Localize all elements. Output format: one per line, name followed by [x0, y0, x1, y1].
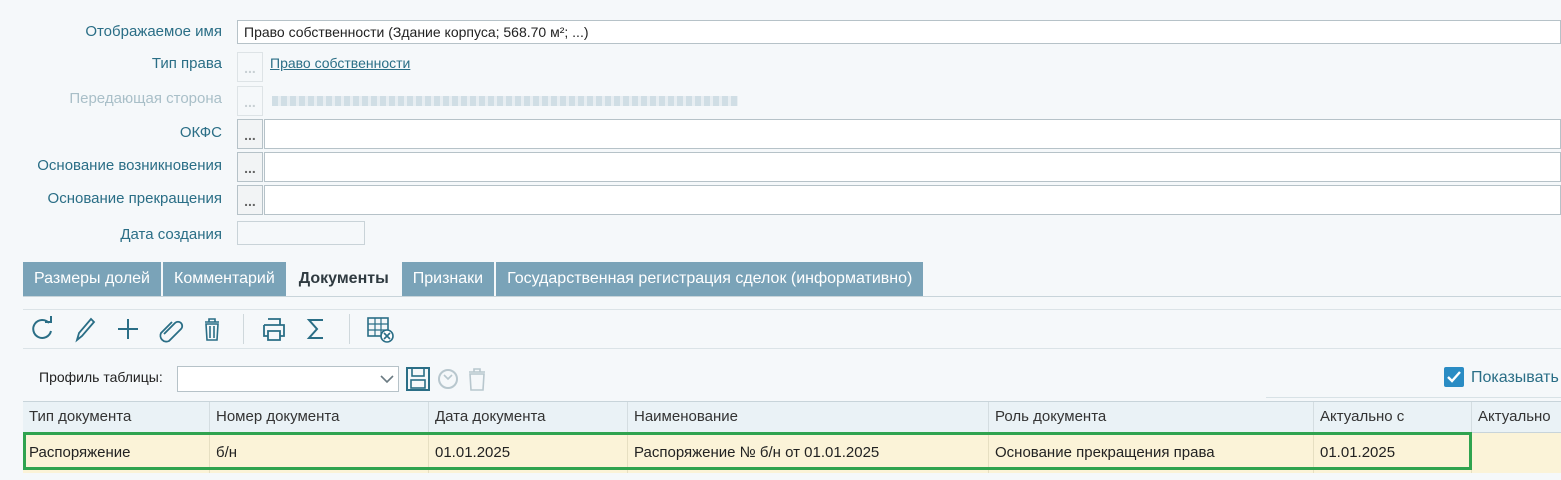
selected-row-highlight — [23, 432, 1472, 470]
tab-share-sizes[interactable]: Размеры долей — [23, 262, 161, 297]
table-profile-select[interactable] — [177, 366, 399, 392]
tab-attributes[interactable]: Признаки — [401, 262, 495, 297]
tab-state-registration[interactable]: Государственная регистрация сделок (инфо… — [496, 262, 924, 297]
reset-profile-icon — [438, 369, 458, 389]
delete-icon[interactable] — [197, 314, 227, 344]
checkmark-icon — [1447, 371, 1461, 383]
table-header: Тип документа Номер документа Дата докум… — [23, 402, 1561, 433]
creation-date-field[interactable] — [237, 221, 365, 245]
toolbar — [23, 309, 1561, 349]
save-profile-icon[interactable] — [405, 366, 431, 392]
basis-termination-picker-button[interactable]: ... — [237, 185, 263, 215]
okfs-input[interactable] — [264, 119, 1561, 149]
transferring-party-picker-button: ... — [237, 86, 263, 116]
table-profile-label: Профиль таблицы: — [39, 369, 163, 385]
column-header[interactable]: Актуально — [1472, 402, 1561, 432]
column-header[interactable]: Дата документа — [429, 402, 628, 432]
tab-documents[interactable]: Документы — [287, 262, 400, 297]
show-checkbox[interactable] — [1444, 367, 1464, 387]
refresh-icon[interactable] — [27, 314, 57, 344]
chevron-down-icon — [380, 375, 394, 384]
delete-profile-icon — [469, 368, 485, 391]
tab-bar: Размеры долей Комментарий Документы Приз… — [23, 262, 925, 297]
column-header[interactable]: Роль документа — [989, 402, 1314, 432]
okfs-picker-button[interactable]: ... — [237, 119, 263, 149]
column-header[interactable]: Актуально с — [1314, 402, 1472, 432]
right-type-label: Тип права — [151, 55, 222, 72]
basis-termination-label: Основание прекращения — [47, 190, 222, 207]
right-type-picker-button[interactable]: ... — [237, 52, 263, 82]
table-settings-icon[interactable] — [365, 314, 395, 344]
display-name-field[interactable]: Право собственности (Здание корпуса; 568… — [237, 20, 1561, 44]
transferring-party-blurred-value — [272, 96, 738, 106]
display-name-label: Отображаемое имя — [85, 23, 222, 40]
okfs-label: ОКФС — [179, 124, 222, 141]
edit-icon[interactable] — [69, 314, 99, 344]
toolbar-separator — [349, 314, 350, 344]
show-underline — [1266, 397, 1561, 398]
column-header[interactable]: Наименование — [628, 402, 989, 432]
toolbar-separator — [243, 314, 244, 344]
basis-origin-label: Основание возникновения — [37, 157, 222, 174]
table-cell — [1472, 433, 1561, 473]
print-icon[interactable] — [259, 314, 289, 344]
tab-divider — [23, 296, 1561, 297]
column-header[interactable]: Тип документа — [23, 402, 210, 432]
right-type-field[interactable]: Право собственности — [264, 52, 1561, 76]
transferring-party-label: Передающая сторона — [69, 90, 222, 107]
column-header[interactable]: Номер документа — [210, 402, 429, 432]
tab-comment[interactable]: Комментарий — [163, 262, 286, 297]
creation-date-label: Дата создания — [120, 226, 222, 243]
basis-origin-picker-button[interactable]: ... — [237, 152, 263, 182]
show-label: Показывать — [1471, 369, 1559, 386]
sum-icon[interactable] — [301, 314, 331, 344]
right-type-link[interactable]: Право собственности — [270, 55, 410, 71]
basis-origin-input[interactable] — [264, 152, 1561, 182]
add-icon[interactable] — [113, 314, 143, 344]
basis-termination-input[interactable] — [264, 185, 1561, 215]
attach-icon[interactable] — [155, 314, 185, 344]
